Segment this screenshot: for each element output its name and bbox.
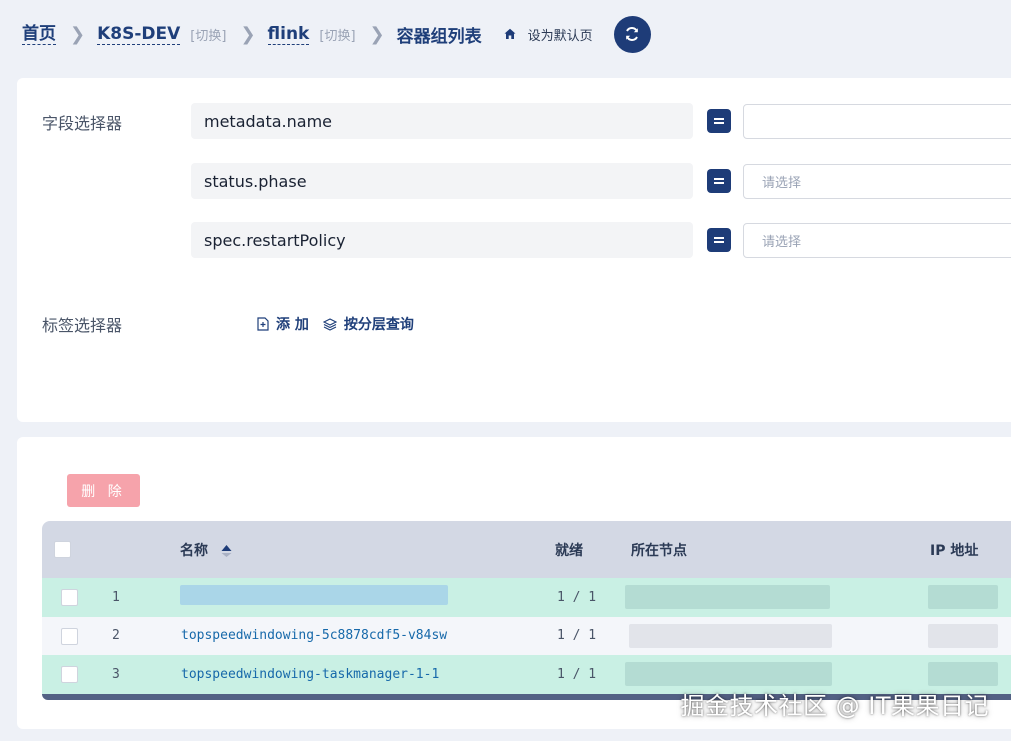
row-index: 2 [112, 628, 120, 644]
delete-button[interactable]: 删 除 [67, 474, 140, 507]
row-ready: 1 / 1 [557, 666, 597, 682]
layers-icon [322, 317, 337, 331]
breadcrumb-home-link[interactable]: 首页 [22, 24, 56, 45]
redacted-node [625, 585, 830, 609]
set-default-page-button[interactable]: 设为默认页 [504, 25, 593, 44]
sort-ascending-icon[interactable] [221, 544, 232, 558]
home-icon [504, 28, 516, 39]
column-header-node: 所在节点 [631, 542, 687, 559]
operator-equals-button[interactable] [707, 109, 731, 133]
row-checkbox[interactable] [61, 666, 78, 683]
redacted-ip [928, 623, 998, 648]
chevron-right-icon: ❯ [70, 23, 86, 45]
column-name-label: 名称 [180, 542, 208, 559]
filter-panel: 字段选择器 metadata.name status.phase 请选择 spe… [17, 78, 1011, 422]
row-index: 3 [112, 666, 120, 682]
pod-table: 名称 就绪 所在节点 IP 地址 1 1 / 1 2 topspeedwindo… [42, 521, 1011, 700]
watermark: 掘金技术社区 @ IT果果日记 [680, 692, 989, 720]
operator-equals-button[interactable] [707, 228, 731, 252]
layer-query-button[interactable]: 按分层查询 [322, 314, 414, 334]
pod-name-link[interactable]: topspeedwindowing-5c8878cdf5-v84sw [181, 628, 447, 643]
add-file-icon [257, 317, 269, 331]
chevron-right-icon: ❯ [369, 23, 385, 45]
set-default-label: 设为默认页 [527, 28, 593, 44]
breadcrumb-cluster-link[interactable]: K8S-DEV [97, 24, 181, 45]
table-header: 名称 就绪 所在节点 IP 地址 [42, 521, 1011, 578]
field-selector-row: metadata.name [191, 103, 1011, 139]
row-checkbox[interactable] [61, 589, 78, 606]
pod-name-link[interactable]: topspeedwindowing-taskmanager-1-1 [181, 667, 439, 682]
row-ready: 1 / 1 [557, 589, 597, 605]
refresh-button[interactable] [613, 15, 651, 53]
field-value-input[interactable] [743, 103, 1011, 139]
field-name: spec.restartPolicy [191, 222, 693, 258]
breadcrumb-namespace-link[interactable]: flink [267, 24, 310, 45]
field-name: metadata.name [191, 103, 693, 139]
label-selector-label: 标签选择器 [42, 316, 123, 335]
row-ready: 1 / 1 [557, 628, 597, 644]
redacted-ip [928, 662, 998, 686]
label-selector-actions: 添 加 按分层查询 [257, 314, 414, 334]
chevron-right-icon: ❯ [240, 23, 256, 45]
add-label-text: 添 加 [276, 317, 309, 333]
column-header-ip: IP 地址 [930, 542, 979, 559]
redacted-node [629, 623, 832, 648]
field-name: status.phase [191, 163, 693, 199]
cluster-switch-link[interactable]: [切换] [190, 25, 226, 44]
select-all-checkbox[interactable] [54, 541, 71, 558]
redacted-pod-name [180, 585, 448, 605]
column-header-ready: 就绪 [555, 542, 583, 559]
table-row[interactable]: 1 1 / 1 [42, 578, 1011, 617]
row-index: 1 [112, 589, 120, 605]
field-selector-label: 字段选择器 [42, 114, 123, 133]
field-selector-row: spec.restartPolicy 请选择 [191, 222, 1011, 258]
field-value-select[interactable]: 请选择 [743, 163, 1011, 199]
table-row[interactable]: 2 topspeedwindowing-5c8878cdf5-v84sw 1 /… [42, 616, 1011, 655]
redacted-node [625, 662, 832, 686]
add-label-button[interactable]: 添 加 [257, 314, 309, 334]
refresh-icon [626, 27, 639, 41]
operator-equals-button[interactable] [707, 169, 731, 193]
page-title: 容器组列表 [396, 26, 482, 47]
column-header-name[interactable]: 名称 [180, 540, 232, 560]
row-checkbox[interactable] [61, 627, 78, 645]
redacted-ip [928, 585, 998, 609]
breadcrumb: 首页 ❯ K8S-DEV [切换] ❯ flink [切换] ❯ 容器组列表 设… [22, 14, 651, 54]
layer-query-text: 按分层查询 [343, 317, 414, 333]
field-selector-row: status.phase 请选择 [191, 163, 1011, 199]
field-value-select[interactable]: 请选择 [743, 222, 1011, 258]
namespace-switch-link[interactable]: [切换] [319, 25, 355, 44]
